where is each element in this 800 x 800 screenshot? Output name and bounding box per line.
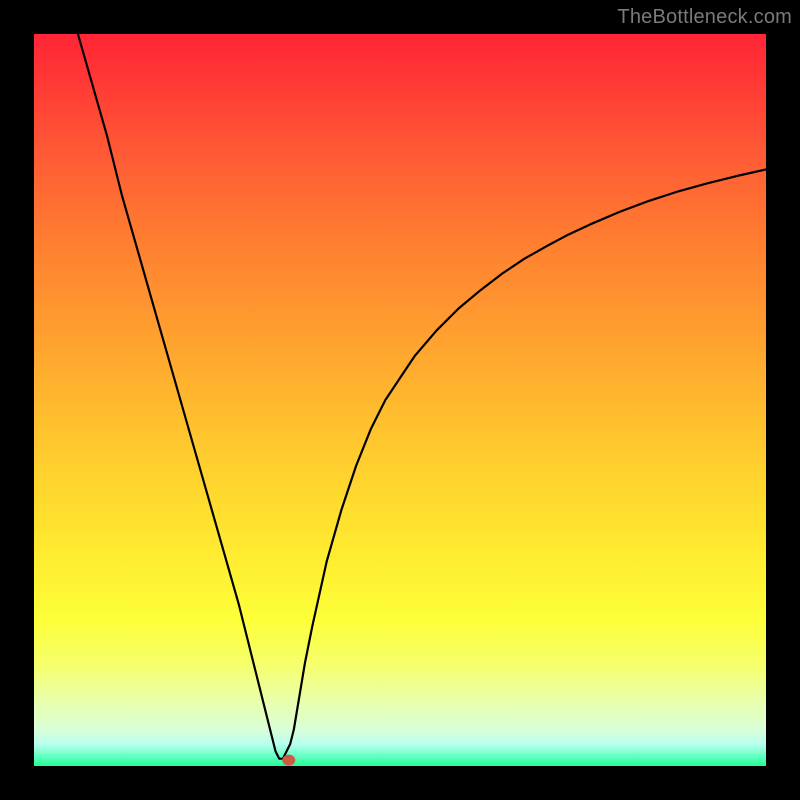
watermark-text: TheBottleneck.com <box>617 6 792 29</box>
plot-area <box>34 34 766 766</box>
chart-container: TheBottleneck.com <box>0 0 800 800</box>
